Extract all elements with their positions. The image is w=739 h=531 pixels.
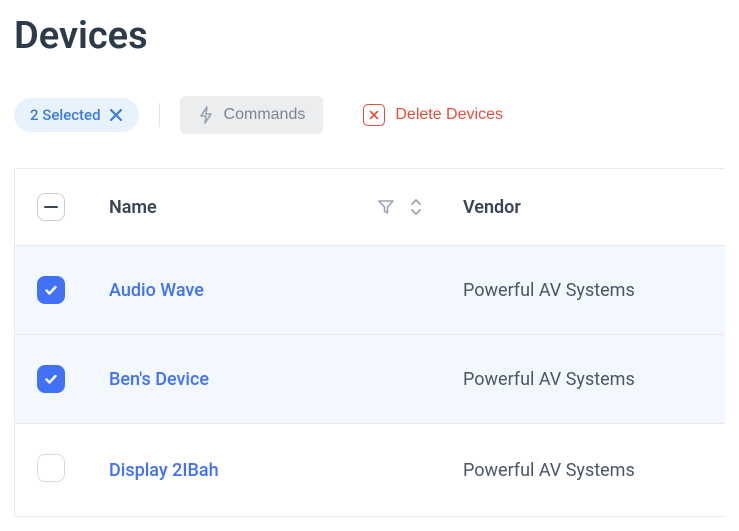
toolbar-divider (159, 103, 160, 127)
device-name-link[interactable]: Audio Wave (109, 280, 204, 301)
table-row: Ben's Device Powerful AV Systems (15, 335, 725, 424)
page-title: Devices (14, 14, 725, 58)
check-icon (43, 371, 59, 387)
row-checkbox[interactable] (37, 276, 65, 304)
row-checkbox[interactable] (37, 454, 65, 482)
device-vendor: Powerful AV Systems (463, 280, 635, 301)
device-name-link[interactable]: Display 2IBah (109, 460, 219, 481)
filter-icon[interactable] (377, 198, 395, 216)
selected-chip[interactable]: 2 Selected (14, 98, 139, 132)
clear-selection-icon[interactable] (109, 108, 123, 122)
check-icon (43, 282, 59, 298)
sort-icon[interactable] (409, 198, 423, 216)
delete-label: Delete Devices (395, 106, 503, 124)
selected-count-label: 2 Selected (30, 106, 101, 124)
table-row: Audio Wave Powerful AV Systems (15, 246, 725, 335)
row-checkbox[interactable] (37, 365, 65, 393)
table-header-row: Name Vendor (15, 169, 725, 246)
indeterminate-icon (44, 206, 58, 209)
device-vendor: Powerful AV Systems (463, 460, 635, 481)
commands-button[interactable]: Commands (180, 96, 324, 134)
commands-label: Commands (224, 106, 306, 124)
delete-icon (363, 104, 385, 126)
column-header-name[interactable]: Name (109, 197, 157, 218)
column-header-vendor[interactable]: Vendor (463, 197, 521, 218)
device-name-link[interactable]: Ben's Device (109, 369, 209, 390)
devices-table: Name Vendor Audio Wave Powerful AV Syste (14, 168, 725, 517)
table-row: Display 2IBah Powerful AV Systems (15, 424, 725, 517)
delete-devices-button[interactable]: Delete Devices (351, 94, 515, 136)
toolbar: 2 Selected Commands Delete Devices (14, 94, 725, 136)
select-all-checkbox[interactable] (37, 193, 65, 221)
lightning-icon (198, 106, 214, 124)
device-vendor: Powerful AV Systems (463, 369, 635, 390)
